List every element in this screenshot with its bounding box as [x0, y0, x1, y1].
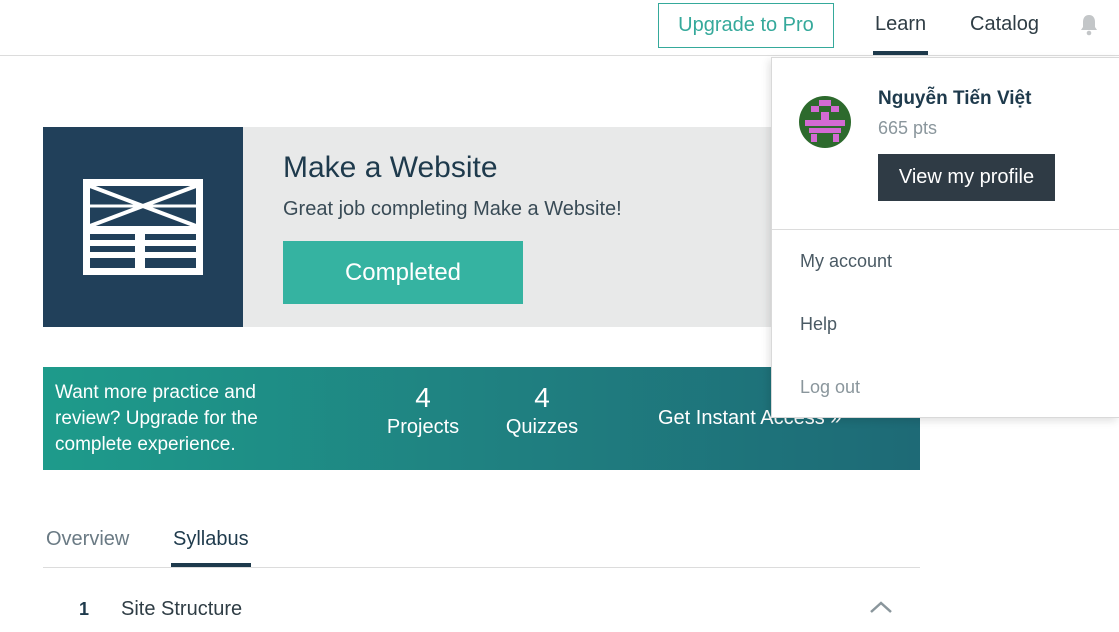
view-profile-button[interactable]: View my profile [878, 154, 1055, 201]
course-icon-panel [43, 127, 243, 327]
banner-text: Want more practice and review? Upgrade f… [55, 382, 258, 455]
projects-label: Projects [386, 416, 460, 438]
top-nav-bar: Upgrade to Pro Learn Catalog [0, 0, 1119, 56]
menu-item-help[interactable]: Help [800, 314, 837, 335]
quizzes-count: 4 [534, 382, 550, 413]
active-tab-indicator [171, 563, 251, 567]
course-tabs: Overview Syllabus [43, 520, 920, 568]
avatar [799, 96, 851, 148]
projects-count: 4 [415, 382, 431, 413]
course-title: Make a Website [283, 151, 498, 184]
nav-learn-link[interactable]: Learn [875, 13, 926, 36]
menu-item-my-account[interactable]: My account [800, 251, 892, 272]
syllabus-item[interactable]: 1 Site Structure [43, 590, 920, 632]
quizzes-label: Quizzes [505, 416, 579, 438]
tab-overview[interactable]: Overview [46, 528, 129, 551]
projects-stat: 4 Projects [383, 383, 463, 441]
upgrade-to-pro-button[interactable]: Upgrade to Pro [658, 3, 834, 48]
active-nav-indicator [873, 51, 928, 55]
website-layout-icon [83, 179, 203, 275]
completed-button[interactable]: Completed [283, 241, 523, 304]
profile-dropdown: Nguyễn Tiến Việt 665 pts View my profile… [771, 57, 1119, 418]
menu-divider [772, 229, 1119, 230]
tab-syllabus[interactable]: Syllabus [173, 528, 249, 551]
menu-item-log-out[interactable]: Log out [800, 377, 860, 398]
user-points: 665 pts [878, 118, 938, 138]
syllabus-item-number: 1 [79, 599, 90, 619]
course-subtitle: Great job completing Make a Website! [283, 198, 622, 220]
syllabus-item-title: Site Structure [121, 598, 243, 620]
nav-catalog-link[interactable]: Catalog [970, 13, 1039, 36]
chevron-up-icon[interactable] [869, 600, 893, 614]
quizzes-stat: 4 Quizzes [502, 383, 582, 441]
bell-icon[interactable] [1079, 14, 1099, 36]
user-name: Nguyễn Tiến Việt [878, 88, 1032, 109]
